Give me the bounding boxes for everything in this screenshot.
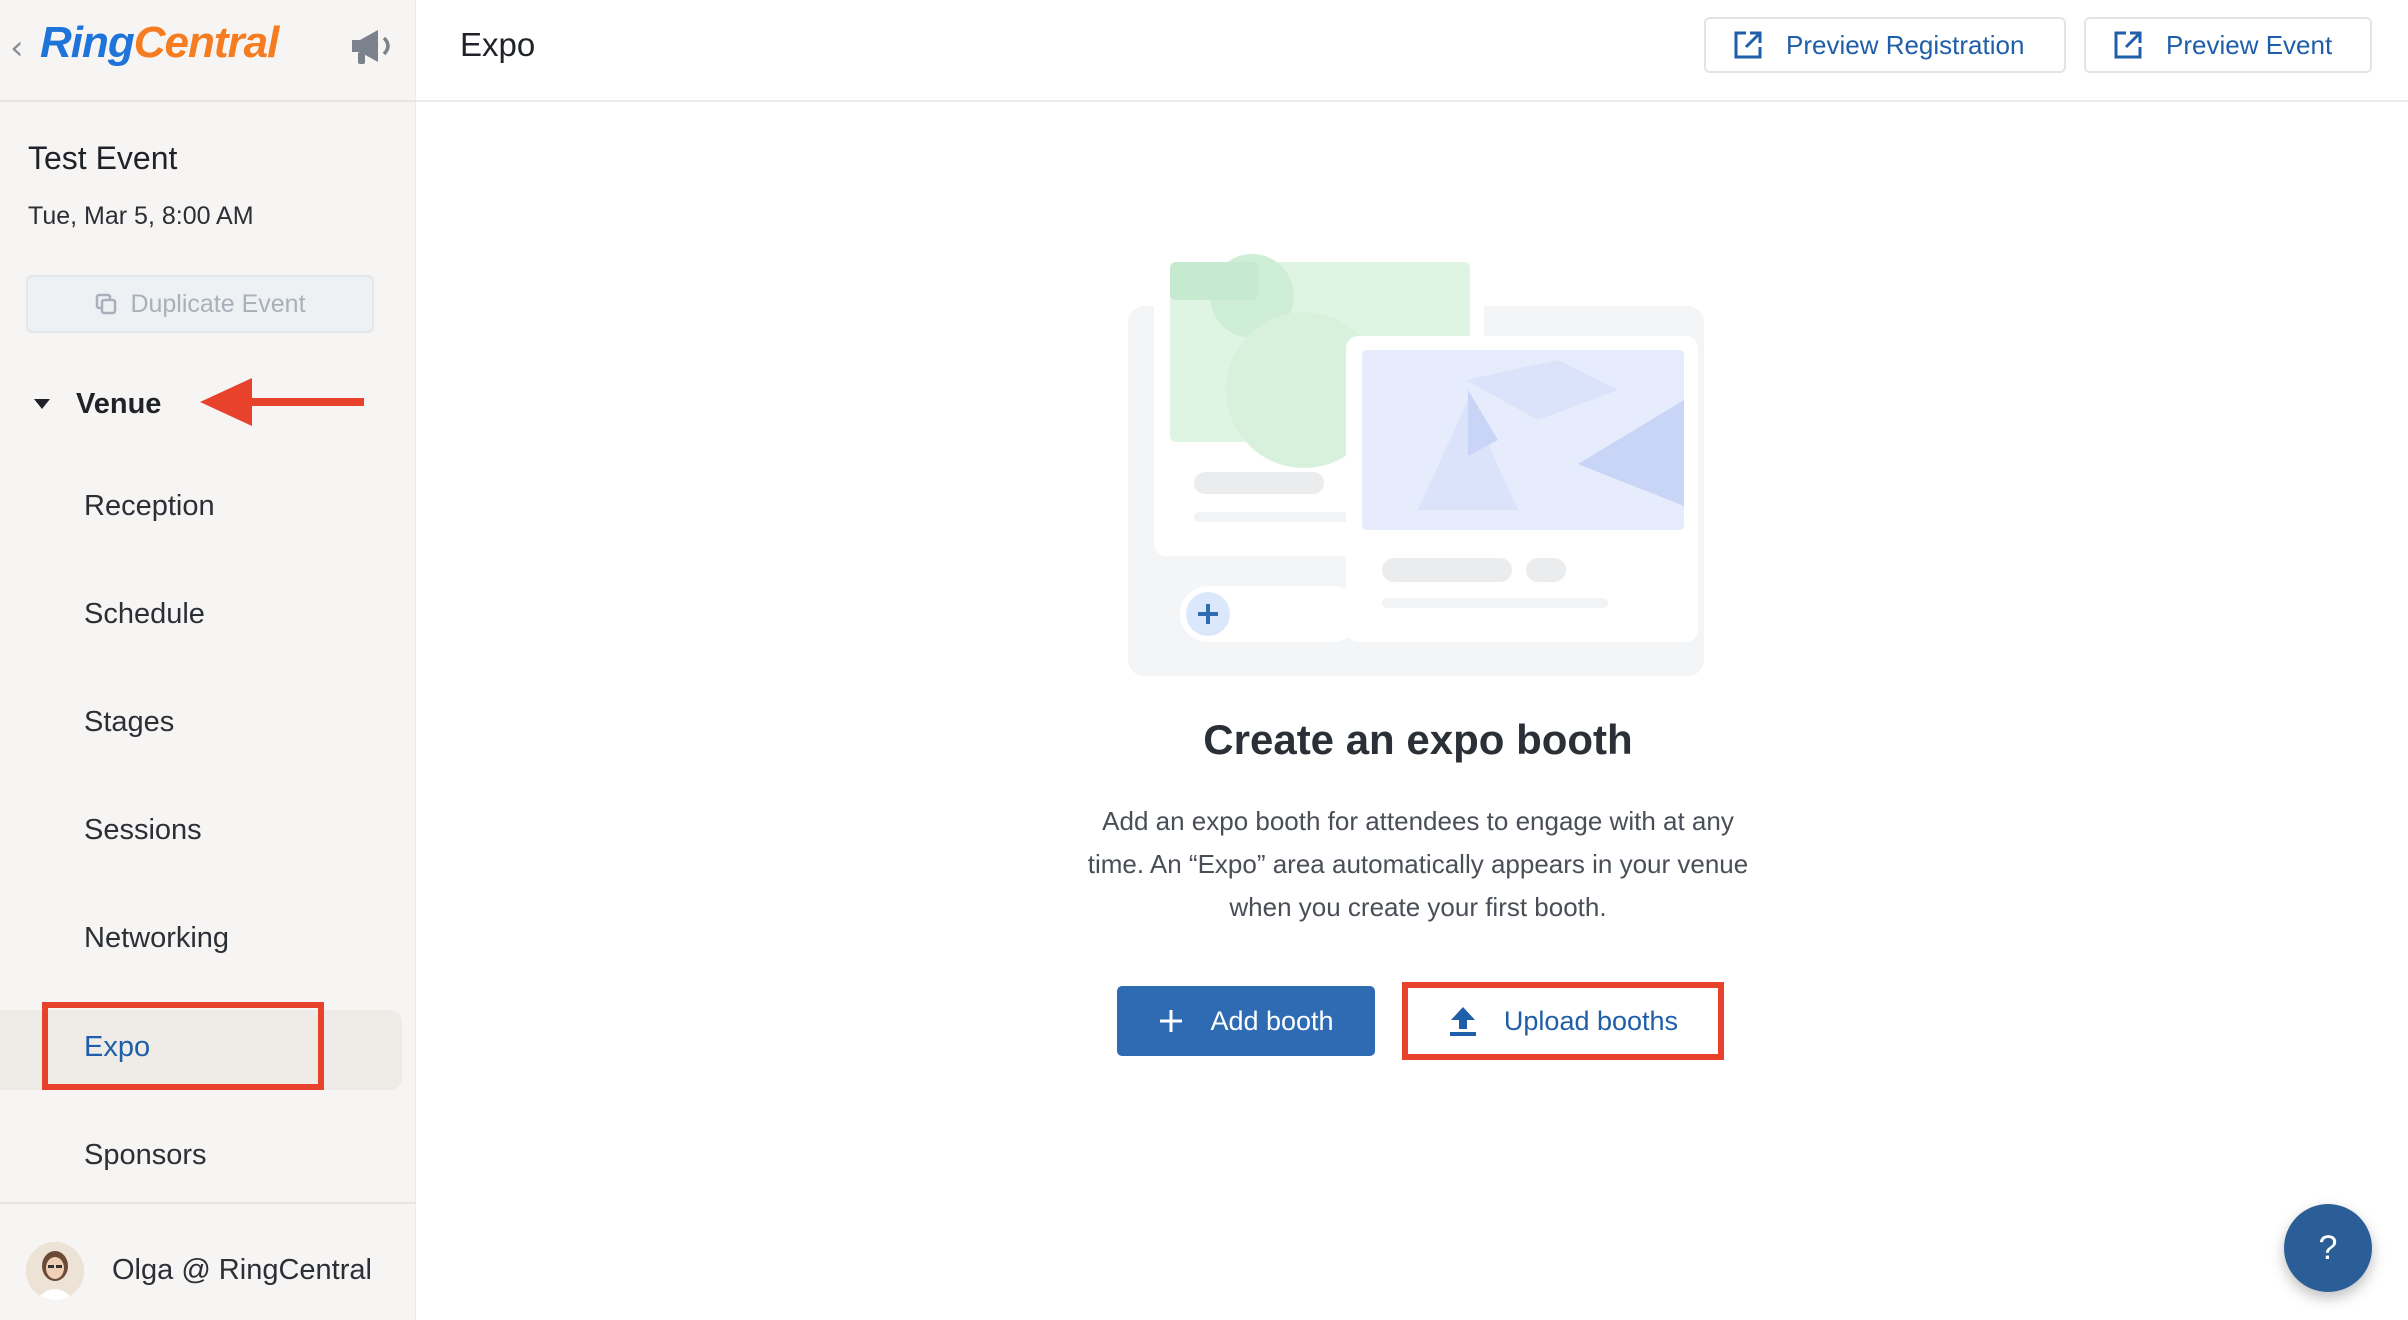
expo-highlight-annotation — [42, 1002, 324, 1090]
upload-icon — [1449, 1007, 1476, 1036]
sidebar-item-schedule[interactable]: Schedule — [84, 598, 205, 631]
venue-section-toggle[interactable]: Venue — [34, 380, 161, 428]
sidebar-item-sponsors[interactable]: Sponsors — [84, 1139, 207, 1172]
external-link-icon — [1734, 31, 1762, 59]
empty-state-description-line: Add an expo booth for attendees to engag… — [1102, 806, 1734, 836]
upload-booths-label: Upload booths — [1503, 1005, 1679, 1036]
empty-state-title: Create an expo booth — [1203, 716, 1633, 763]
chevron-left-icon[interactable]: ‹ — [10, 28, 24, 68]
event-date: Tue, Mar 5, 8:00 AM — [28, 202, 254, 230]
preview-registration-label: Preview Registration — [1786, 29, 2025, 60]
sidebar-item-networking[interactable]: Networking — [84, 922, 229, 955]
external-link-icon — [2114, 31, 2142, 59]
event-title: Test Event — [28, 140, 178, 176]
expo-booth-illustration — [1128, 246, 1704, 676]
empty-state-description-line: when you create your first booth. — [1229, 892, 1607, 922]
sidebar-item-reception[interactable]: Reception — [84, 490, 215, 523]
preview-event-button[interactable]: Preview Event — [2084, 17, 2372, 73]
add-booth-label: Add booth — [1210, 1005, 1334, 1036]
upload-booths-button[interactable]: Upload booths — [1402, 982, 1724, 1060]
duplicate-event-label: Duplicate Event — [130, 289, 306, 318]
plus-icon — [1160, 1010, 1183, 1032]
duplicate-event-button[interactable]: Duplicate Event — [26, 275, 374, 333]
logo-ring-text: Ring — [40, 18, 135, 67]
copy-icon — [96, 293, 117, 315]
user-profile[interactable]: Olga @ RingCentral — [0, 1202, 416, 1320]
sidebar-item-stages[interactable]: Stages — [84, 706, 174, 739]
logo-central-text: Central — [133, 18, 280, 67]
preview-registration-button[interactable]: Preview Registration — [1704, 17, 2066, 73]
arrow-left-annotation-icon — [200, 378, 364, 426]
help-button[interactable]: ? — [2284, 1204, 2372, 1292]
venue-label: Venue — [76, 387, 162, 420]
ringcentral-logo[interactable]: RingCentral — [40, 18, 280, 68]
page-title: Expo — [460, 26, 536, 63]
empty-state-description: Add an expo booth for attendees to engag… — [1048, 800, 1788, 929]
empty-state-description-line: time. An “Expo” area automatically appea… — [1087, 849, 1749, 879]
avatar-portrait-icon — [26, 1242, 84, 1300]
caret-down-icon — [34, 399, 50, 409]
sidebar: ‹ RingCentral Test Event Tue, Mar 5, 8:0… — [0, 0, 416, 1320]
megaphone-icon[interactable] — [348, 24, 396, 68]
avatar — [26, 1242, 84, 1300]
logo-bar: ‹ RingCentral — [0, 0, 416, 102]
page-header: Expo Preview Registration Preview Event — [416, 0, 2408, 102]
user-name: Olga @ RingCentral — [112, 1254, 372, 1286]
preview-event-label: Preview Event — [2166, 29, 2333, 60]
sidebar-item-sessions[interactable]: Sessions — [84, 814, 202, 847]
add-booth-button[interactable]: Add booth — [1117, 986, 1375, 1056]
